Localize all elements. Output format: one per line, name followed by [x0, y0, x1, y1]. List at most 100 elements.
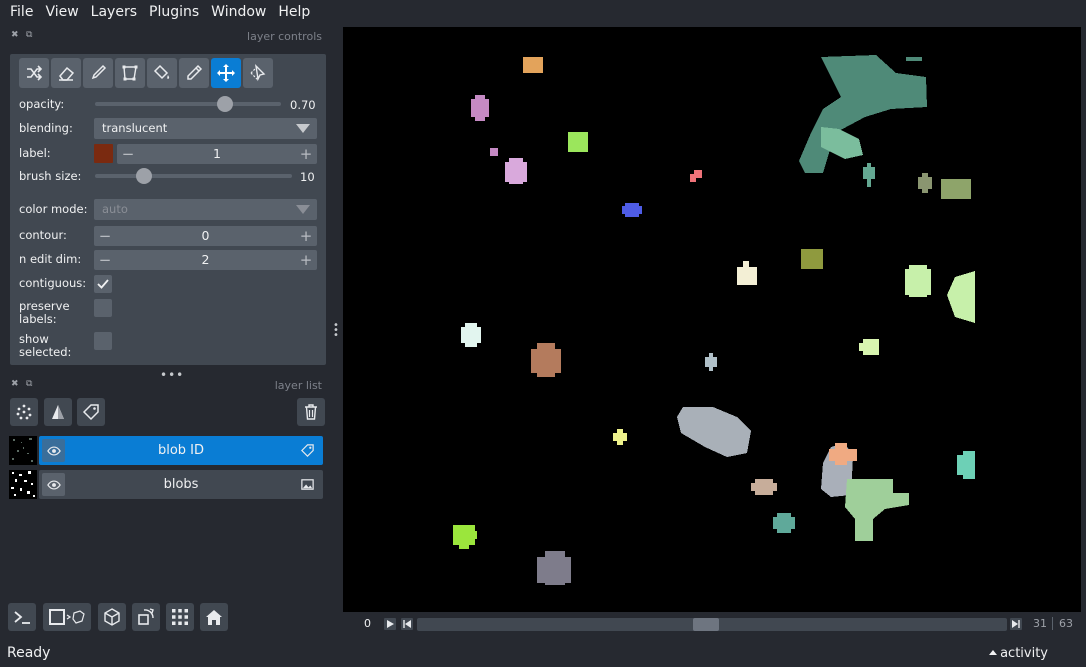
- new-points-layer-button[interactable]: [10, 398, 38, 426]
- status-bar: Ready activity: [0, 643, 1086, 667]
- pick-button[interactable]: [179, 58, 209, 88]
- visibility-toggle[interactable]: [42, 473, 65, 496]
- new-shapes-layer-button[interactable]: [44, 398, 72, 426]
- label-color-swatch[interactable]: [94, 144, 113, 163]
- paintbrush-icon: [91, 64, 107, 80]
- cube-icon: [104, 608, 120, 626]
- transpose-icon: [138, 608, 154, 625]
- minus-icon[interactable]: −: [96, 226, 114, 246]
- contiguous-checkbox[interactable]: [94, 275, 112, 293]
- menu-layers[interactable]: Layers: [85, 0, 143, 24]
- menu-plugins[interactable]: Plugins: [143, 0, 205, 24]
- step-back-button[interactable]: [401, 618, 413, 630]
- dims-slider-handle[interactable]: [693, 618, 720, 631]
- close-dock-icon[interactable]: ✖: [11, 30, 21, 40]
- grid-icon: [172, 609, 188, 625]
- play-button[interactable]: [384, 618, 396, 630]
- brush-size-slider-track[interactable]: [95, 174, 292, 178]
- layer-thumbnail: [9, 470, 37, 499]
- opacity-slider-track[interactable]: [95, 102, 281, 106]
- paint-button[interactable]: [83, 58, 113, 88]
- label-tag-icon: [301, 444, 314, 457]
- plus-icon[interactable]: +: [297, 250, 315, 270]
- close-dock-icon[interactable]: ✖: [11, 379, 21, 389]
- minus-icon[interactable]: −: [119, 144, 137, 164]
- max-frame: 63: [1059, 617, 1073, 630]
- minus-icon[interactable]: −: [96, 250, 114, 270]
- console-icon: [14, 611, 30, 624]
- pan-zoom-button[interactable]: [211, 58, 241, 88]
- visibility-toggle[interactable]: [42, 439, 65, 462]
- current-frame[interactable]: 31: [1033, 617, 1047, 630]
- float-dock-icon[interactable]: ⧉: [26, 30, 36, 40]
- grid-button[interactable]: [166, 603, 194, 631]
- blending-dropdown[interactable]: translucent: [94, 118, 317, 139]
- layer-row-blob-id[interactable]: blob ID: [9, 436, 323, 465]
- preserve-labels-checkbox[interactable]: [94, 299, 112, 317]
- roll-button[interactable]: [98, 603, 126, 631]
- brush-size-slider-handle[interactable]: [136, 168, 153, 184]
- ndisplay-toggle-button[interactable]: [43, 603, 91, 631]
- brush-size-value: 10: [300, 170, 315, 184]
- label-label: label:: [19, 146, 51, 160]
- layer-thumbnail: [9, 436, 37, 465]
- layer-name: blob ID: [157, 443, 205, 458]
- n-edit-dim-spinbox[interactable]: − 2 +: [94, 250, 317, 270]
- label-tools-row: [19, 58, 273, 88]
- console-button[interactable]: [8, 603, 36, 631]
- brush-size-label: brush size:: [19, 169, 82, 183]
- layer-controls-dock-title: ✖ ⧉ layer controls: [0, 28, 330, 46]
- activity-button[interactable]: activity: [1000, 646, 1048, 661]
- new-labels-layer-button[interactable]: [77, 398, 105, 426]
- eraser-icon: [59, 66, 75, 81]
- menu-view[interactable]: View: [39, 0, 84, 24]
- label-spinbox[interactable]: − 1 +: [117, 144, 317, 164]
- eyedropper-icon: [187, 64, 203, 80]
- viewer-canvas[interactable]: [343, 27, 1081, 612]
- splitter-handle[interactable]: • • •: [333, 321, 339, 341]
- polygon-icon: [122, 65, 138, 81]
- step-forward-button[interactable]: [1010, 618, 1022, 630]
- shuffle-colors-button[interactable]: [19, 58, 49, 88]
- play-icon: [387, 620, 394, 628]
- opacity-slider-handle[interactable]: [217, 96, 234, 112]
- plus-icon[interactable]: +: [297, 226, 315, 246]
- move-arrows-icon: [217, 64, 235, 82]
- eye-icon: [46, 479, 61, 490]
- fill-button[interactable]: [147, 58, 177, 88]
- contour-spinbox[interactable]: − 0 +: [94, 226, 317, 246]
- eye-icon: [46, 445, 61, 456]
- menu-window[interactable]: Window: [205, 0, 272, 24]
- skip-back-icon: [403, 620, 411, 628]
- polygon-button[interactable]: [115, 58, 145, 88]
- layer-list-dock-title: ✖ ⧉ layer list: [0, 377, 330, 395]
- layer-row-body: blob ID: [39, 436, 323, 465]
- color-mode-label: color mode:: [19, 202, 88, 216]
- plus-icon[interactable]: +: [297, 144, 315, 164]
- layer-row-body: blobs: [39, 470, 323, 499]
- menu-help[interactable]: Help: [272, 0, 316, 24]
- show-selected-checkbox[interactable]: [94, 332, 112, 350]
- erase-button[interactable]: [51, 58, 81, 88]
- delete-layer-button[interactable]: [297, 398, 325, 426]
- home-button[interactable]: [200, 603, 228, 631]
- labels-image: [453, 55, 975, 585]
- dims-slider-track[interactable]: [417, 618, 1007, 631]
- preserve-labels-label: preserve labels:: [19, 299, 70, 326]
- n-edit-dim-label: n edit dim:: [19, 252, 82, 266]
- skip-forward-icon: [1012, 620, 1020, 628]
- float-dock-icon[interactable]: ⧉: [26, 379, 36, 389]
- shapes-icon: [52, 405, 64, 419]
- chevron-up-icon[interactable]: [989, 650, 997, 655]
- menu-file[interactable]: File: [4, 0, 39, 24]
- color-mode-dropdown[interactable]: auto: [94, 199, 317, 220]
- layer-row-blobs[interactable]: blobs: [9, 470, 323, 499]
- contour-label: contour:: [19, 228, 67, 242]
- blending-label: blending:: [19, 121, 73, 135]
- checkmark-icon: [97, 279, 109, 289]
- trash-icon: [305, 404, 317, 420]
- transpose-button[interactable]: [132, 603, 160, 631]
- contour-value: 0: [201, 228, 210, 243]
- transform-button[interactable]: [243, 58, 273, 88]
- color-mode-value: auto: [102, 202, 128, 216]
